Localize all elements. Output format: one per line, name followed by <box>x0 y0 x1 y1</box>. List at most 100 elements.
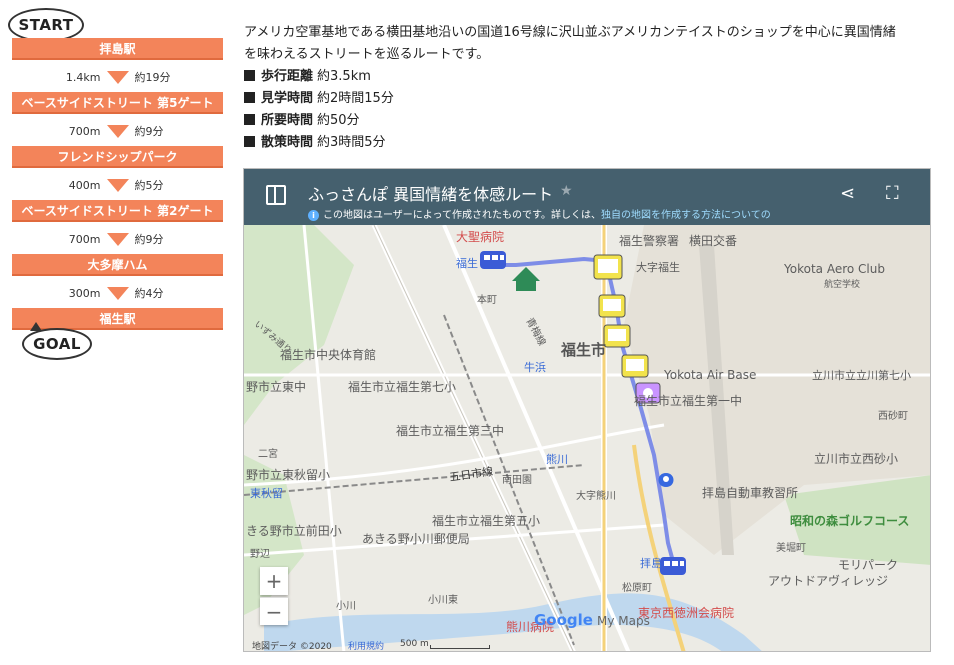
scale-bar <box>430 645 490 649</box>
label-tachikawa-7: 立川市立立川第七小 <box>812 368 911 382</box>
google-mymaps-logo: Google My Maps <box>534 611 650 629</box>
label-omiyagi: 大聖病院 <box>456 229 504 244</box>
label-oaza-fussa: 大字福生 <box>636 260 680 274</box>
label-gym: 福生市中央体育館 <box>280 347 376 362</box>
leg-distance: 700m <box>68 124 101 138</box>
star-icon[interactable]: ★ <box>560 183 573 199</box>
map-note: i この地図はユーザーによって作成されたものです。詳しくは、独自の地図を作成する方… <box>308 206 771 221</box>
leg-distance: 1.4km <box>65 70 101 84</box>
embedded-map[interactable]: 大聖病院 福生警察署 横田交番 Yokota Aero Club 航空学校 大字… <box>243 168 931 652</box>
label-kokugakko: 航空学校 <box>824 278 860 290</box>
label-miho: 美堀町 <box>776 541 806 554</box>
description-line-2: を味わえるストリートを巡るルートです。 <box>244 47 490 62</box>
label-fussa-5: 福生市立福生第五小 <box>432 513 540 528</box>
leg-distance: 400m <box>68 178 101 192</box>
station-friendship-park: フレンドシップパーク <box>12 146 223 168</box>
route-description: アメリカ空軍基地である横田基地沿いの国道16号線に沢山並ぶアメリカンテイストのシ… <box>244 22 944 154</box>
square-bullet-icon <box>244 92 255 103</box>
route-panel: START 拝島駅 1.4km 約19分 ベースサイドストリート 第5ゲート 7… <box>0 0 235 665</box>
stat-visit-time: 見学時間 約2時間15分 <box>244 88 944 110</box>
leg-time: 約19分 <box>134 71 171 84</box>
label-honmachi: 本町 <box>477 293 497 306</box>
stat-walk-time: 散策時間 約3時間5分 <box>244 132 944 154</box>
down-arrow-icon <box>106 286 129 300</box>
label-minamiden: 南田園 <box>502 473 532 486</box>
leg-time: 約4分 <box>134 287 164 300</box>
station-fussa: 福生駅 <box>12 308 223 330</box>
label-fussa-top: 福生 <box>456 256 478 270</box>
zoom-in-button[interactable]: + <box>260 567 288 595</box>
leg-distance: 300m <box>68 286 101 300</box>
label-fussa-7: 福生市立福生第七小 <box>348 379 456 394</box>
label-higashiaki: 野市立東秋留小 <box>246 467 330 482</box>
route-leg: 1.4km 約19分 <box>12 69 223 85</box>
shop-marker-icon[interactable] <box>598 294 626 318</box>
description-line-1: アメリカ空軍基地である横田基地沿いの国道16号線に沢山並ぶアメリカンテイストのシ… <box>244 25 896 40</box>
station-base-side-gate2: ベースサイドストリート 第2ゲート <box>12 200 223 222</box>
label-ogawa-higashi: 小川東 <box>428 593 458 606</box>
label-tokyo-hospital: 東京西徳洲会病院 <box>638 605 734 620</box>
label-yokota-airbase: Yokota Air Base <box>663 368 756 382</box>
down-arrow-icon <box>106 178 129 192</box>
leg-distance: 700m <box>68 232 101 246</box>
label-haijima: 拝島 <box>640 556 662 570</box>
station-haijima: 拝島駅 <box>12 38 223 60</box>
start-badge: START <box>8 8 84 42</box>
info-icon: i <box>308 210 319 221</box>
label-nogawa: 野辺 <box>250 548 270 560</box>
shop-marker-icon[interactable] <box>621 354 649 378</box>
label-showa: 昭和の森ゴルフコース <box>790 513 909 528</box>
route-leg: 400m 約5分 <box>12 177 223 193</box>
label-yokota-aero: Yokota Aero Club <box>783 262 885 276</box>
legend-panel-icon[interactable] <box>266 185 286 205</box>
train-icon[interactable] <box>660 557 686 575</box>
shop-marker-icon[interactable] <box>603 324 631 348</box>
share-icon[interactable]: ⋖ <box>840 183 855 204</box>
map-data-credit: 地図データ ©2020 <box>252 642 332 652</box>
label-ogawa: 小川 <box>336 600 356 612</box>
station-otama-ham: 大多摩ハム <box>12 254 223 276</box>
map-header: ふっさんぽ 異国情緒を体感ルート ★ ⋖ ⛶ i この地図はユーザーによって作成さ… <box>244 169 930 225</box>
leg-time: 約9分 <box>134 125 164 138</box>
map-canvas[interactable]: 大聖病院 福生警察署 横田交番 Yokota Aero Club 航空学校 大字… <box>244 223 931 652</box>
label-fussa-1: 福生市立福生第一中 <box>634 393 742 408</box>
route-leg: 700m 約9分 <box>12 123 223 139</box>
label-higashiakiru: 東秋留 <box>250 486 283 500</box>
label-morino: モリパーク <box>838 558 898 572</box>
fullscreen-icon[interactable]: ⛶ <box>886 183 899 204</box>
create-map-link[interactable]: 独自の地図を作成する方法についての <box>601 210 771 221</box>
label-ushihama: 牛浜 <box>524 360 546 374</box>
label-ninomiya: 二宮 <box>258 447 278 460</box>
down-arrow-icon <box>106 124 129 138</box>
label-yokota-kosaten: 横田交番 <box>689 233 737 248</box>
leg-time: 約5分 <box>134 179 164 192</box>
stat-required-time: 所要時間 約50分 <box>244 110 944 132</box>
label-tachikawa-5: 立川市立西砂小 <box>814 451 898 466</box>
leg-time: 約9分 <box>134 233 164 246</box>
label-higashinaka: 野市立東中 <box>246 379 306 394</box>
goal-badge: GOAL <box>22 328 92 360</box>
label-post: あきる野小川郵便局 <box>362 532 470 546</box>
shop-marker-icon[interactable] <box>593 254 623 280</box>
zoom-out-button[interactable]: − <box>260 597 288 625</box>
terms-link[interactable]: 利用規約 <box>348 639 384 651</box>
map-title: ふっさんぽ 異国情緒を体感ルート <box>308 185 554 204</box>
label-outdoor: アウトドアヴィレッジ <box>768 573 888 588</box>
label-fussa-3: 福生市立福生第三中 <box>396 423 504 438</box>
square-bullet-icon <box>244 114 255 125</box>
route-leg: 700m 約9分 <box>12 231 223 247</box>
label-oaza-kumagawa: 大字熊川 <box>576 489 616 502</box>
label-haijima-school: 拝島自動車教習所 <box>702 485 798 500</box>
label-fussa-city: 福生市 <box>560 341 606 359</box>
map-base[interactable]: 大聖病院 福生警察署 横田交番 Yokota Aero Club 航空学校 大字… <box>244 223 931 652</box>
label-maeda: きる野市立前田小 <box>246 523 342 538</box>
label-matsubaracho: 松原町 <box>622 581 652 594</box>
station-base-side-gate5: ベースサイドストリート 第5ゲート <box>12 92 223 114</box>
train-icon[interactable] <box>480 251 506 269</box>
stat-walking-distance: 歩行距離 約3.5km <box>244 66 944 88</box>
label-nishisunacho: 西砂町 <box>878 409 908 422</box>
route-leg: 300m 約4分 <box>12 285 223 301</box>
down-arrow-icon <box>106 232 129 246</box>
scale-label: 500 m <box>400 639 429 649</box>
square-bullet-icon <box>244 136 255 147</box>
